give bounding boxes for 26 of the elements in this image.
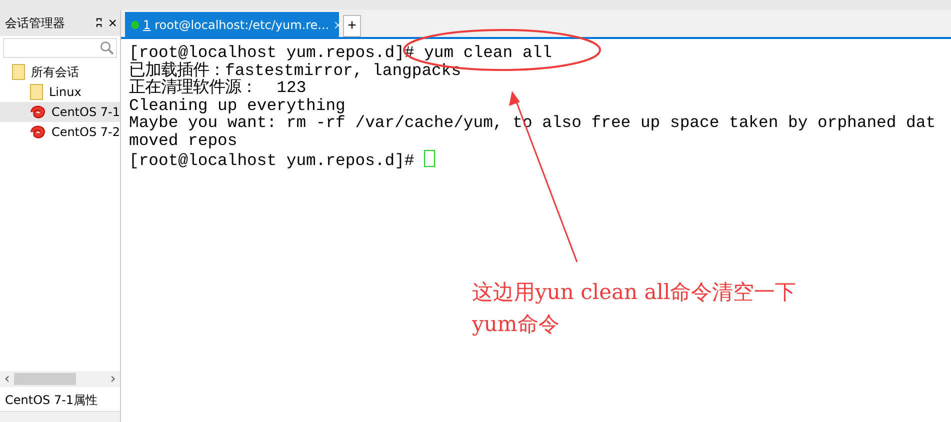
tree-item[interactable]: Linux — [0, 82, 120, 102]
terminal-line: 正在清理软件源： 123 — [129, 79, 308, 97]
scroll-left-arrow[interactable]: ‹ — [0, 371, 14, 387]
tab-label: root@localhost:/etc/yum.re... — [154, 18, 330, 32]
terminal-line: Cleaning up everything — [129, 96, 346, 114]
terminal-line: [root@localhost yum.repos.d]# — [129, 150, 951, 168]
scroll-right-arrow[interactable]: › — [106, 371, 120, 387]
folder-icon — [12, 64, 25, 80]
terminal-line: moved repos — [129, 132, 238, 150]
properties-title: CentOS 7-1属性 — [4, 392, 99, 409]
swirl-icon — [30, 105, 46, 119]
tree-item[interactable]: CentOS 7-1 — [0, 102, 120, 122]
folder-icon — [30, 84, 43, 100]
new-tab-button[interactable]: + — [343, 15, 361, 37]
tree-item[interactable]: CentOS 7-2 — [0, 122, 120, 142]
tab-number: 1 — [143, 18, 151, 32]
search-field[interactable] — [3, 38, 117, 58]
terminal-line: 已加载插件：fastestmirror, langpacks — [129, 62, 462, 80]
pin-button[interactable]: ʭ — [92, 16, 106, 30]
swirl-icon — [30, 125, 46, 139]
close-button[interactable]: × — [105, 14, 120, 32]
horizontal-scrollbar[interactable]: ‹ › — [0, 371, 120, 387]
annotation-text: 这边用yun clean all命令清空一下 yum命令 — [472, 279, 796, 338]
tree-item[interactable]: 所有会话 — [0, 62, 120, 82]
search-icon — [100, 41, 114, 55]
panel-title: 会话管理器 — [5, 14, 66, 32]
